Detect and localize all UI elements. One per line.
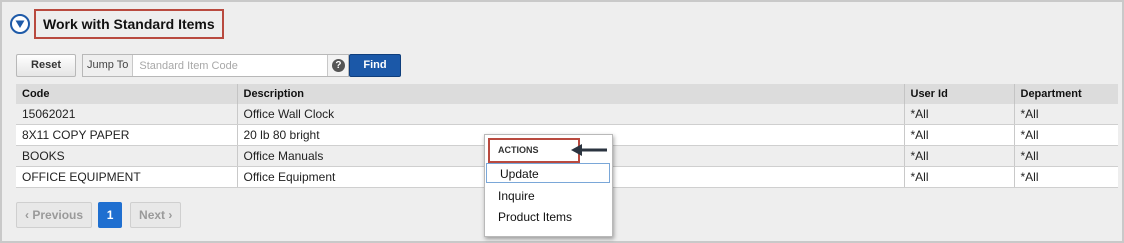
menu-item-product-items[interactable]: Product Items [485, 207, 610, 227]
find-button[interactable]: Find [349, 54, 401, 77]
cell-department: *All [1014, 104, 1118, 125]
jump-to-field: Jump To ? [82, 54, 350, 77]
title-row: Work with Standard Items [10, 9, 224, 39]
previous-label: Previous [32, 208, 84, 222]
cell-department: *All [1014, 145, 1118, 167]
page-number-current[interactable]: 1 [98, 202, 123, 228]
cell-user-id: *All [904, 145, 1015, 167]
cell-user-id: *All [904, 166, 1015, 188]
standard-item-code-input[interactable] [133, 56, 328, 75]
cell-code: BOOKS [16, 145, 238, 167]
cell-code: 15062021 [16, 104, 238, 125]
cell-user-id: *All [904, 124, 1015, 146]
next-page-button[interactable]: Next › [130, 202, 182, 228]
table-header-row: Code Description User Id Department [16, 84, 1118, 104]
cell-description: Office Wall Clock [237, 104, 905, 125]
cell-department: *All [1014, 166, 1118, 188]
menu-item-update[interactable]: Update [486, 163, 610, 183]
cell-code: 8X11 COPY PAPER [16, 124, 238, 146]
jump-to-label: Jump To [83, 55, 134, 76]
help-icon: ? [331, 59, 345, 72]
chevron-left-icon: ‹ [25, 208, 29, 222]
pagination: ‹ Previous 1 Next › [16, 202, 182, 228]
cell-user-id: *All [904, 104, 1015, 125]
column-header-description[interactable]: Description [237, 84, 905, 104]
menu-item-inquire[interactable]: Inquire [485, 186, 610, 206]
table-row[interactable]: 15062021 Office Wall Clock *All *All [16, 104, 1118, 125]
next-label: Next [139, 208, 166, 222]
column-header-code[interactable]: Code [16, 84, 238, 104]
reset-button[interactable]: Reset [16, 54, 76, 77]
help-button[interactable]: ? [327, 55, 349, 76]
column-header-user-id[interactable]: User Id [904, 84, 1015, 104]
filter-funnel-icon[interactable] [10, 14, 30, 34]
column-header-department[interactable]: Department [1014, 84, 1118, 104]
previous-page-button[interactable]: ‹ Previous [16, 202, 93, 228]
page-title: Work with Standard Items [34, 9, 224, 39]
actions-menu-header: ACTIONS [488, 138, 580, 163]
pointer-arrow-icon [571, 144, 607, 156]
cell-code: OFFICE EQUIPMENT [16, 166, 238, 188]
chevron-right-icon: › [168, 208, 173, 222]
cell-department: *All [1014, 124, 1118, 146]
